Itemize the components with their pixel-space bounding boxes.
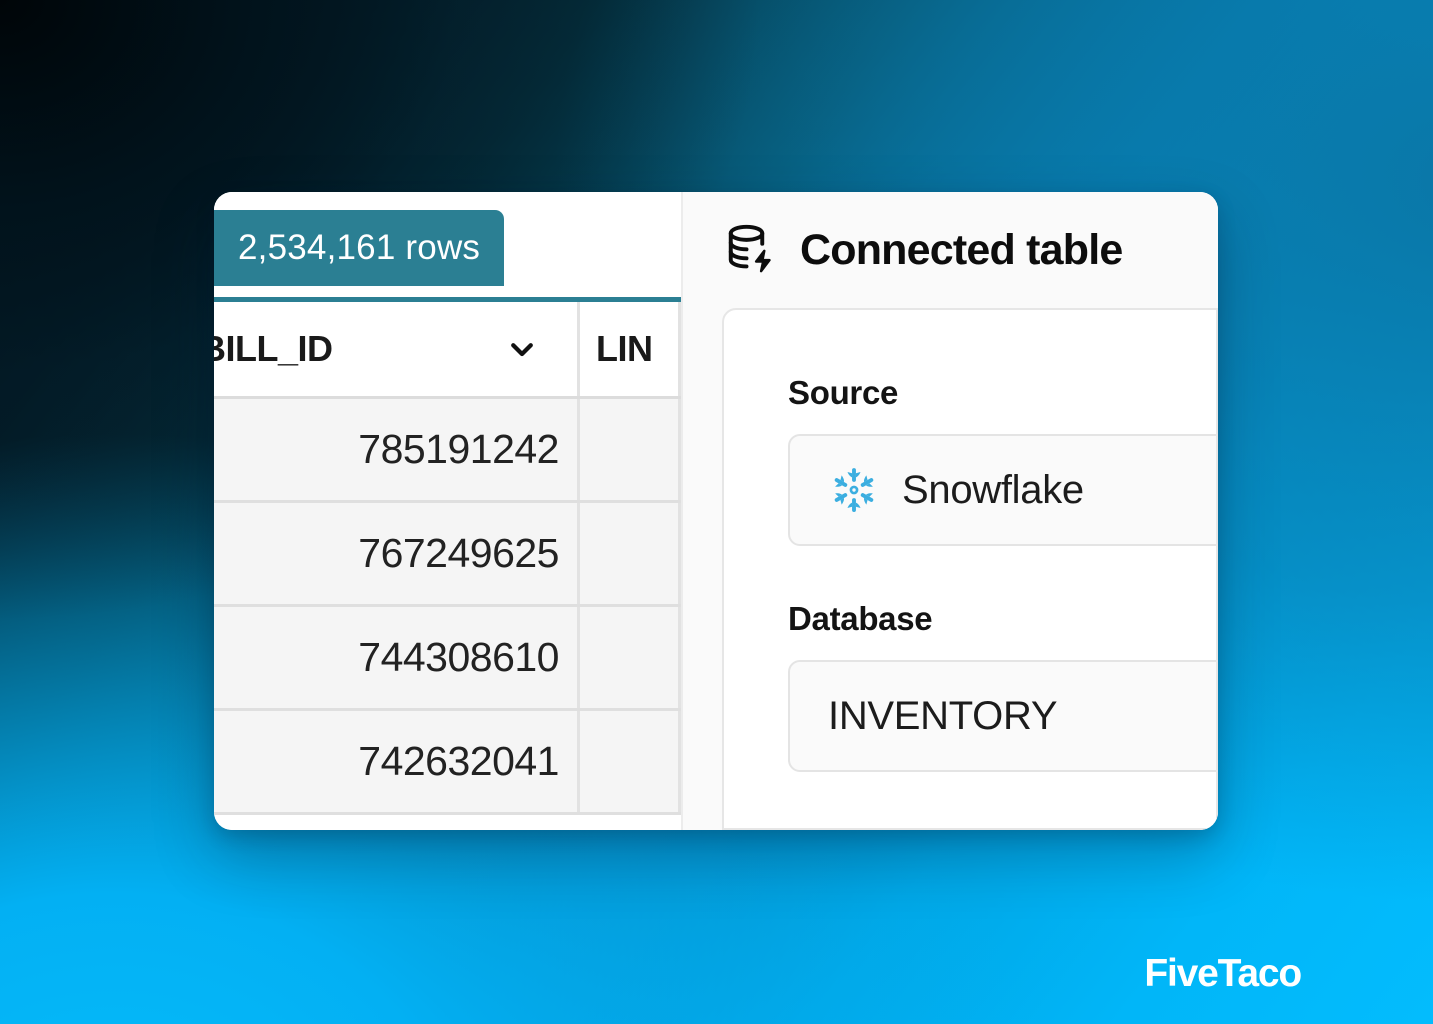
field-label-source: Source (788, 374, 899, 411)
cell-bill-id: 767249625 (214, 503, 580, 604)
cell-bill-id: 785191242 (214, 399, 580, 500)
table-row[interactable]: 785191242 (214, 399, 681, 503)
pane-divider (681, 192, 710, 830)
cell-lin (580, 711, 681, 812)
table-row[interactable]: 744308610 (214, 607, 681, 711)
database-value: INVENTORY (828, 693, 1058, 738)
cell-lin (580, 503, 681, 604)
column-header-label: LIN (596, 328, 653, 369)
cell-bill-id: 744308610 (214, 607, 580, 708)
chevron-down-icon[interactable] (507, 334, 537, 364)
cell-lin (580, 399, 681, 500)
column-header-lin[interactable]: LIN (580, 302, 681, 396)
app-window-card: 2,534,161 rows BILL_ID LIN 785191242 (214, 192, 1218, 830)
database-lightning-icon (724, 223, 778, 277)
table-row[interactable]: 742632041 (214, 711, 681, 815)
column-header-label: BILL_ID (214, 328, 333, 369)
grid-header-row: BILL_ID LIN (214, 302, 681, 399)
row-count-badge[interactable]: 2,534,161 rows (214, 210, 505, 286)
database-field[interactable]: INVENTORY (788, 660, 1216, 772)
snowflake-icon (828, 464, 880, 516)
rows-badge-strip: 2,534,161 rows (214, 192, 681, 302)
connected-table-panel: Connected table Source Snowflake Databas… (710, 192, 1218, 830)
cell-lin (580, 607, 681, 708)
data-grid-pane: 2,534,161 rows BILL_ID LIN 785191242 (214, 192, 681, 830)
panel-body-card: Source Snowflake Database INVENTORY (722, 308, 1218, 830)
field-label-database: Database (788, 600, 933, 637)
column-header-bill-id[interactable]: BILL_ID (214, 302, 580, 396)
page-title: Connected table (800, 225, 1123, 274)
row-count-label: 2,534,161 rows (238, 228, 481, 267)
table-row[interactable]: 767249625 (214, 503, 681, 607)
cell-bill-id: 742632041 (214, 711, 580, 812)
fivetaco-watermark: FiveTaco (1144, 952, 1302, 995)
source-value: Snowflake (902, 467, 1084, 512)
panel-header: Connected table (710, 192, 1218, 308)
source-field[interactable]: Snowflake (788, 434, 1216, 546)
grid-body: 785191242 767249625 744308610 742632041 (214, 399, 681, 815)
